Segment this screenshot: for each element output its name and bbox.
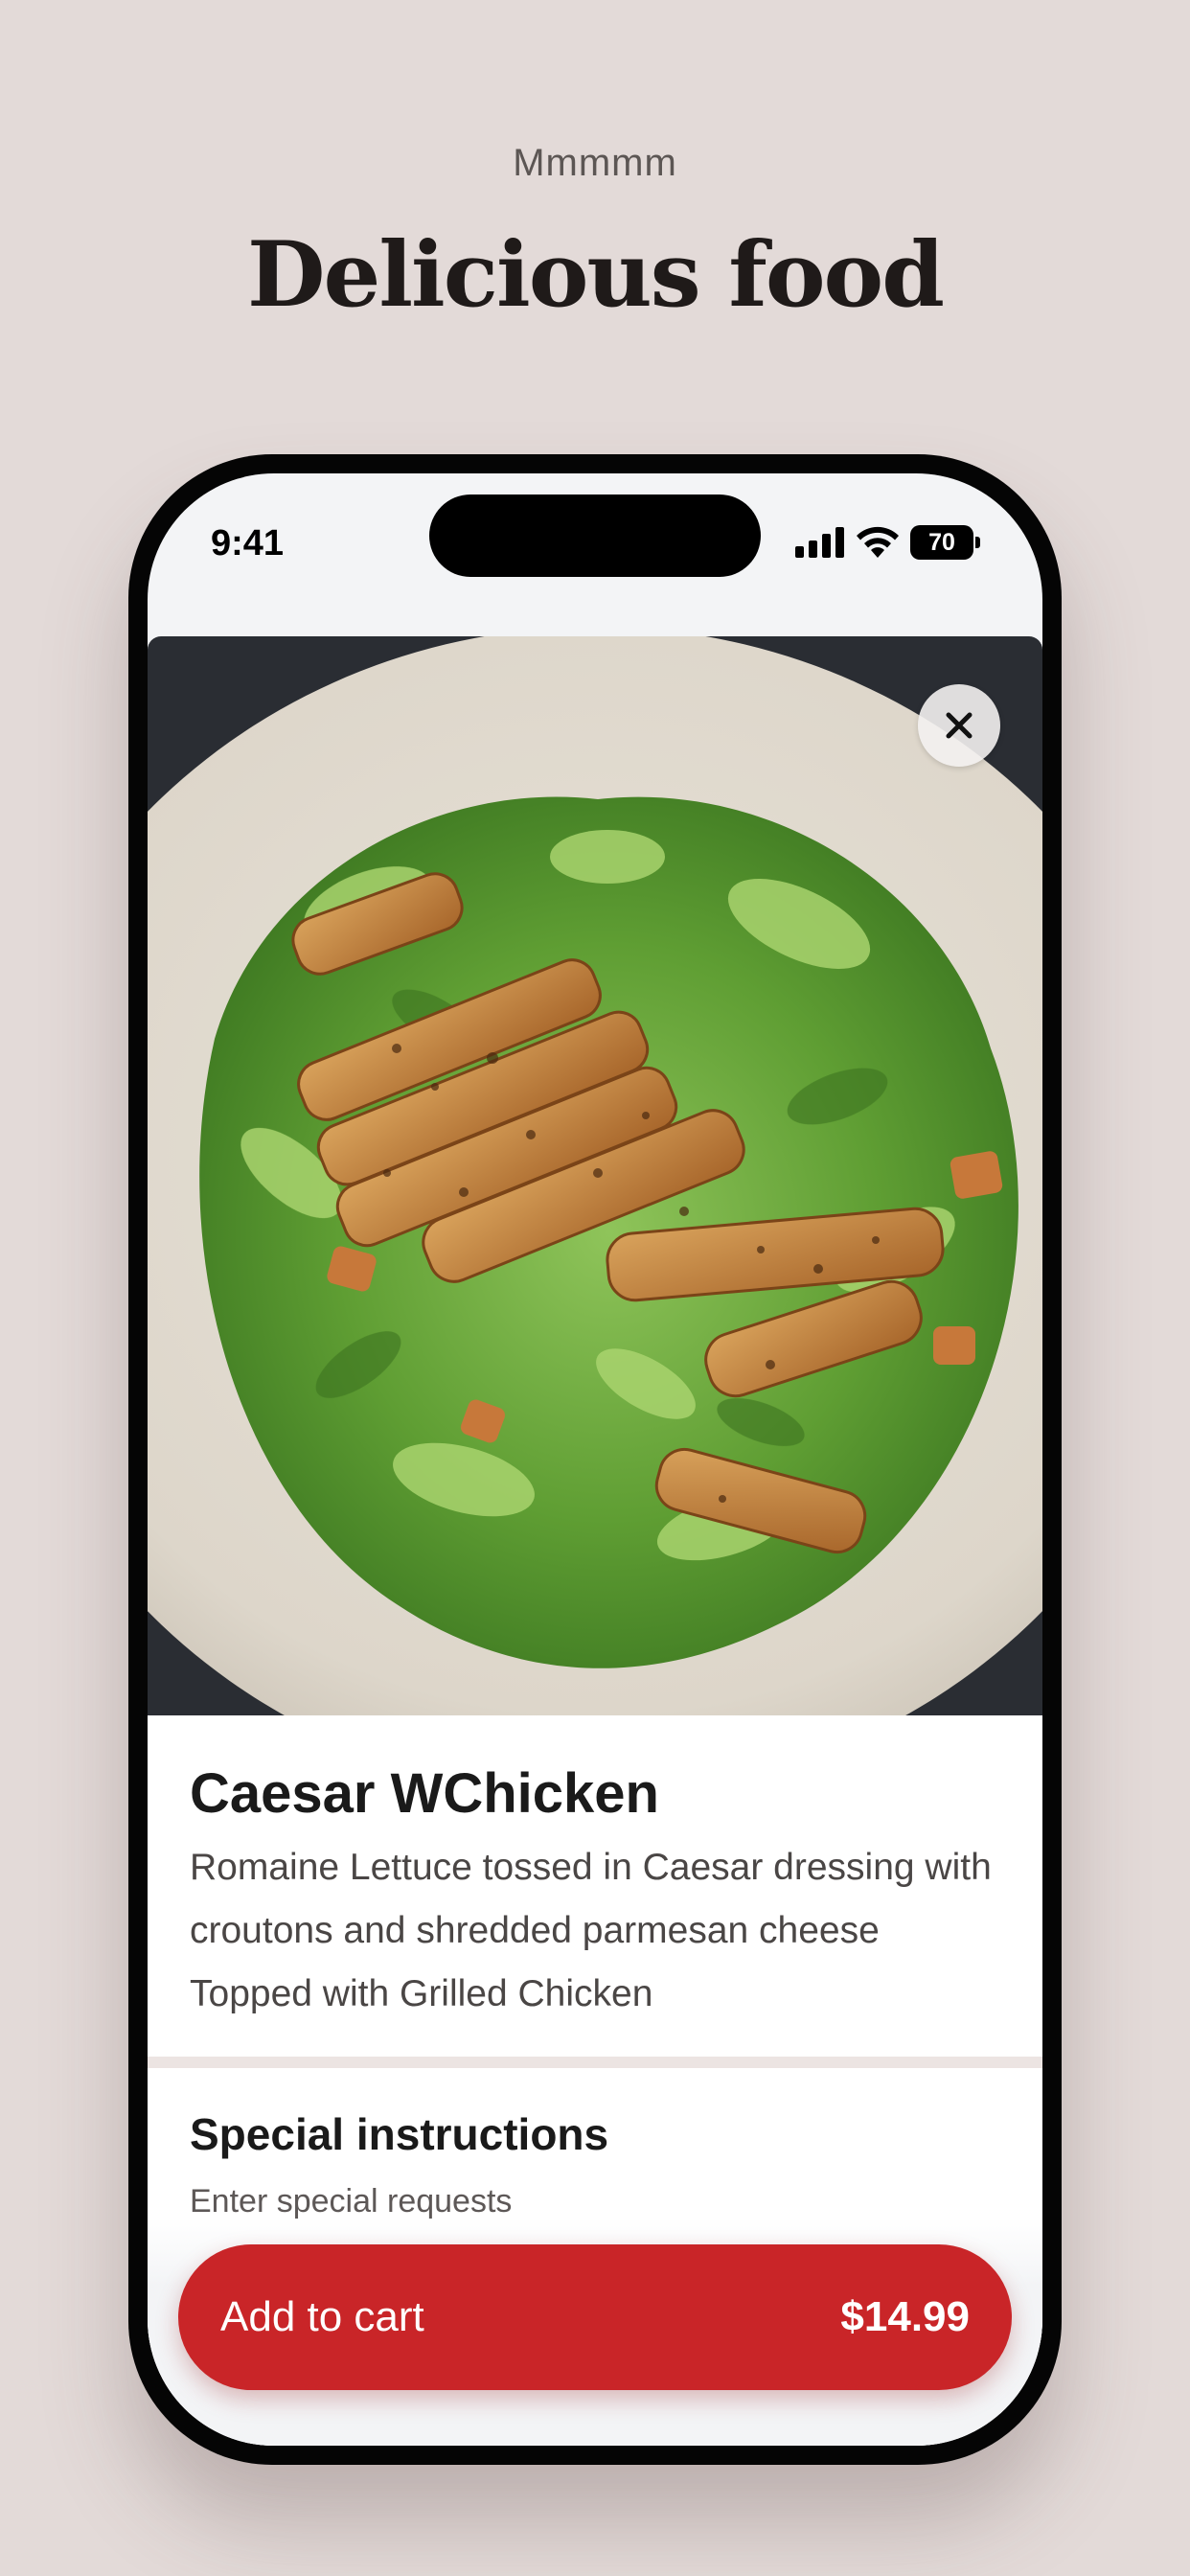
eyebrow-text: Mmmmm [513,142,677,184]
dynamic-island [429,494,761,577]
close-icon [946,712,973,739]
item-name: Caesar WChicken [190,1762,659,1825]
item-description: Romaine Lettuce tossed in Caesar dressin… [190,1847,992,2014]
wifi-icon [857,526,899,558]
status-time: 9:41 [211,523,285,564]
close-button[interactable] [918,684,1000,767]
battery-level: 70 [910,525,973,560]
phone-screen: 9:41 70 Caesar WChicken Romaine Lettuce … [148,473,1042,2446]
caesar-salad-photo [148,636,1042,1715]
cart-price: $14.99 [840,2293,970,2340]
status-bar: 9:41 70 [148,473,1042,617]
add-to-cart-button[interactable]: Add to cart $14.99 [178,2244,1012,2390]
section-divider [148,2057,1042,2068]
item-detail-sheet: Caesar WChicken Romaine Lettuce tossed i… [148,636,1042,2446]
add-to-cart-label: Add to cart [220,2293,424,2340]
cellular-signal-icon [795,527,844,558]
special-instructions-input[interactable] [190,2183,995,2220]
battery-icon: 70 [910,525,981,560]
page-headline: Delicious food [247,222,945,328]
phone-frame: 9:41 70 Caesar WChicken Romaine Lettuce … [128,454,1062,2465]
special-instructions-title: Special instructions [190,2109,609,2159]
